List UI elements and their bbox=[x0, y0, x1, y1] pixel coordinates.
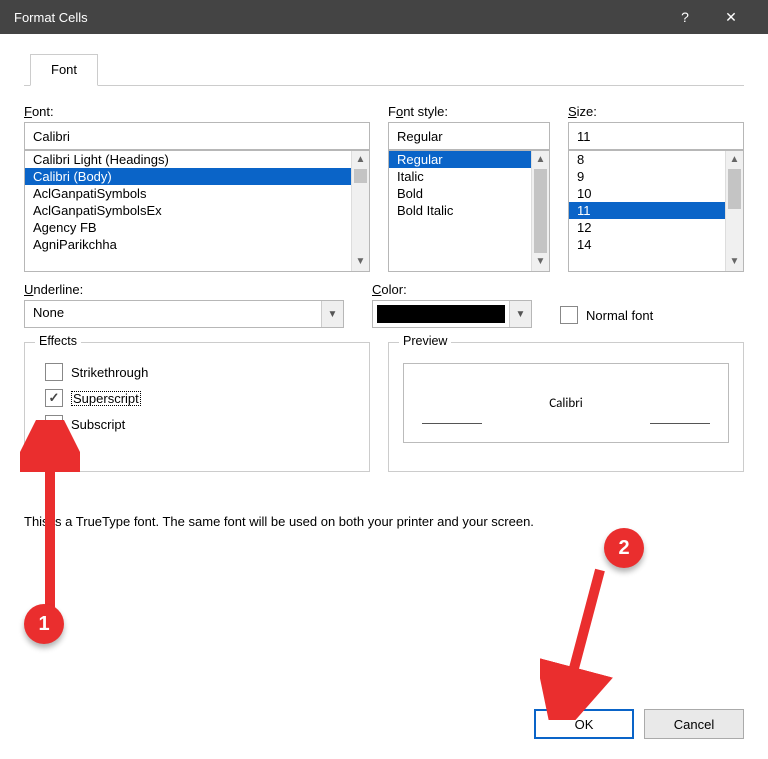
font-listbox[interactable]: Calibri Light (Headings) Calibri (Body) … bbox=[24, 150, 370, 272]
underline-value: None bbox=[25, 301, 321, 327]
size-listbox[interactable]: 8 9 10 11 12 14 ▲ ▼ bbox=[568, 150, 744, 272]
checkbox-box bbox=[45, 415, 63, 433]
font-label: Font: bbox=[24, 104, 370, 119]
size-option[interactable]: 14 bbox=[569, 236, 725, 253]
scroll-down-icon[interactable]: ▼ bbox=[532, 253, 549, 271]
scroll-down-icon[interactable]: ▼ bbox=[352, 253, 369, 271]
normalfont-label: Normal font bbox=[586, 308, 653, 323]
color-label: Color: bbox=[372, 282, 532, 297]
scroll-down-icon[interactable]: ▼ bbox=[726, 253, 743, 271]
scroll-up-icon[interactable]: ▲ bbox=[532, 151, 549, 169]
size-label: Size: bbox=[568, 104, 744, 119]
fontstyle-option[interactable]: Italic bbox=[389, 168, 531, 185]
annotation-circle-1: 1 bbox=[24, 604, 64, 644]
tab-font[interactable]: Font bbox=[30, 54, 98, 86]
truetype-note: This is a TrueType font. The same font w… bbox=[24, 514, 744, 529]
annotation-circle-2: 2 bbox=[604, 528, 644, 568]
title-bar: Format Cells ? ✕ bbox=[0, 0, 768, 34]
scroll-up-icon[interactable]: ▲ bbox=[352, 151, 369, 169]
size-option[interactable]: 11 bbox=[569, 202, 725, 219]
checkbox-box: ✓ bbox=[45, 389, 63, 407]
chevron-down-icon[interactable]: ▼ bbox=[321, 301, 343, 327]
dialog-body: Font Font: Calibri Light (Headings) Cali… bbox=[0, 34, 768, 543]
close-button[interactable]: ✕ bbox=[708, 9, 754, 26]
checkbox-box bbox=[560, 306, 578, 324]
cancel-button[interactable]: Cancel bbox=[644, 709, 744, 739]
font-option[interactable]: AgniParikchha bbox=[25, 236, 351, 253]
button-row: OK Cancel bbox=[534, 709, 744, 739]
effects-group: Effects Strikethrough ✓ Superscript Subs… bbox=[24, 342, 370, 472]
normalfont-checkbox[interactable]: Normal font bbox=[560, 306, 653, 324]
preview-text: Calibri bbox=[549, 396, 582, 411]
size-input[interactable] bbox=[568, 122, 744, 150]
scrollbar[interactable]: ▲ ▼ bbox=[725, 151, 743, 271]
size-option[interactable]: 10 bbox=[569, 185, 725, 202]
fontstyle-listbox[interactable]: Regular Italic Bold Bold Italic ▲ ▼ bbox=[388, 150, 550, 272]
subscript-label: Subscript bbox=[71, 417, 125, 432]
scrollbar[interactable]: ▲ ▼ bbox=[351, 151, 369, 271]
superscript-checkbox[interactable]: ✓ Superscript bbox=[45, 389, 359, 407]
scrollbar[interactable]: ▲ ▼ bbox=[531, 151, 549, 271]
scroll-thumb[interactable] bbox=[534, 169, 547, 253]
preview-box: Calibri bbox=[403, 363, 729, 443]
font-option[interactable]: AclGanpatiSymbolsEx bbox=[25, 202, 351, 219]
fontstyle-input[interactable] bbox=[388, 122, 550, 150]
fontstyle-label: Font style: bbox=[388, 104, 550, 119]
font-option[interactable]: Calibri (Body) bbox=[25, 168, 351, 185]
subscript-checkbox[interactable]: Subscript bbox=[45, 415, 359, 433]
fontstyle-option[interactable]: Bold bbox=[389, 185, 531, 202]
strikethrough-label: Strikethrough bbox=[71, 365, 148, 380]
preview-legend: Preview bbox=[399, 334, 451, 348]
chevron-down-icon[interactable]: ▼ bbox=[509, 301, 531, 327]
help-button[interactable]: ? bbox=[662, 9, 708, 25]
size-option[interactable]: 9 bbox=[569, 168, 725, 185]
tab-strip: Font bbox=[24, 54, 744, 86]
preview-group: Preview Calibri bbox=[388, 342, 744, 472]
size-option[interactable]: 12 bbox=[569, 219, 725, 236]
fontstyle-option[interactable]: Bold Italic bbox=[389, 202, 531, 219]
superscript-label: Superscript bbox=[71, 391, 141, 406]
underline-combo[interactable]: None ▼ bbox=[24, 300, 344, 328]
color-combo[interactable]: ▼ bbox=[372, 300, 532, 328]
scroll-thumb[interactable] bbox=[354, 169, 367, 183]
fontstyle-option[interactable]: Regular bbox=[389, 151, 531, 168]
effects-legend: Effects bbox=[35, 334, 81, 348]
scroll-thumb[interactable] bbox=[728, 169, 741, 209]
font-option[interactable]: Calibri Light (Headings) bbox=[25, 151, 351, 168]
font-input[interactable] bbox=[24, 122, 370, 150]
font-option[interactable]: AclGanpatiSymbols bbox=[25, 185, 351, 202]
font-option[interactable]: Agency FB bbox=[25, 219, 351, 236]
window-title: Format Cells bbox=[14, 10, 662, 25]
size-option[interactable]: 8 bbox=[569, 151, 725, 168]
underline-label: Underline: bbox=[24, 282, 344, 297]
ok-button[interactable]: OK bbox=[534, 709, 634, 739]
annotation-arrow-2 bbox=[540, 560, 620, 720]
color-swatch bbox=[377, 305, 505, 323]
strikethrough-checkbox[interactable]: Strikethrough bbox=[45, 363, 359, 381]
scroll-up-icon[interactable]: ▲ bbox=[726, 151, 743, 169]
checkbox-box bbox=[45, 363, 63, 381]
